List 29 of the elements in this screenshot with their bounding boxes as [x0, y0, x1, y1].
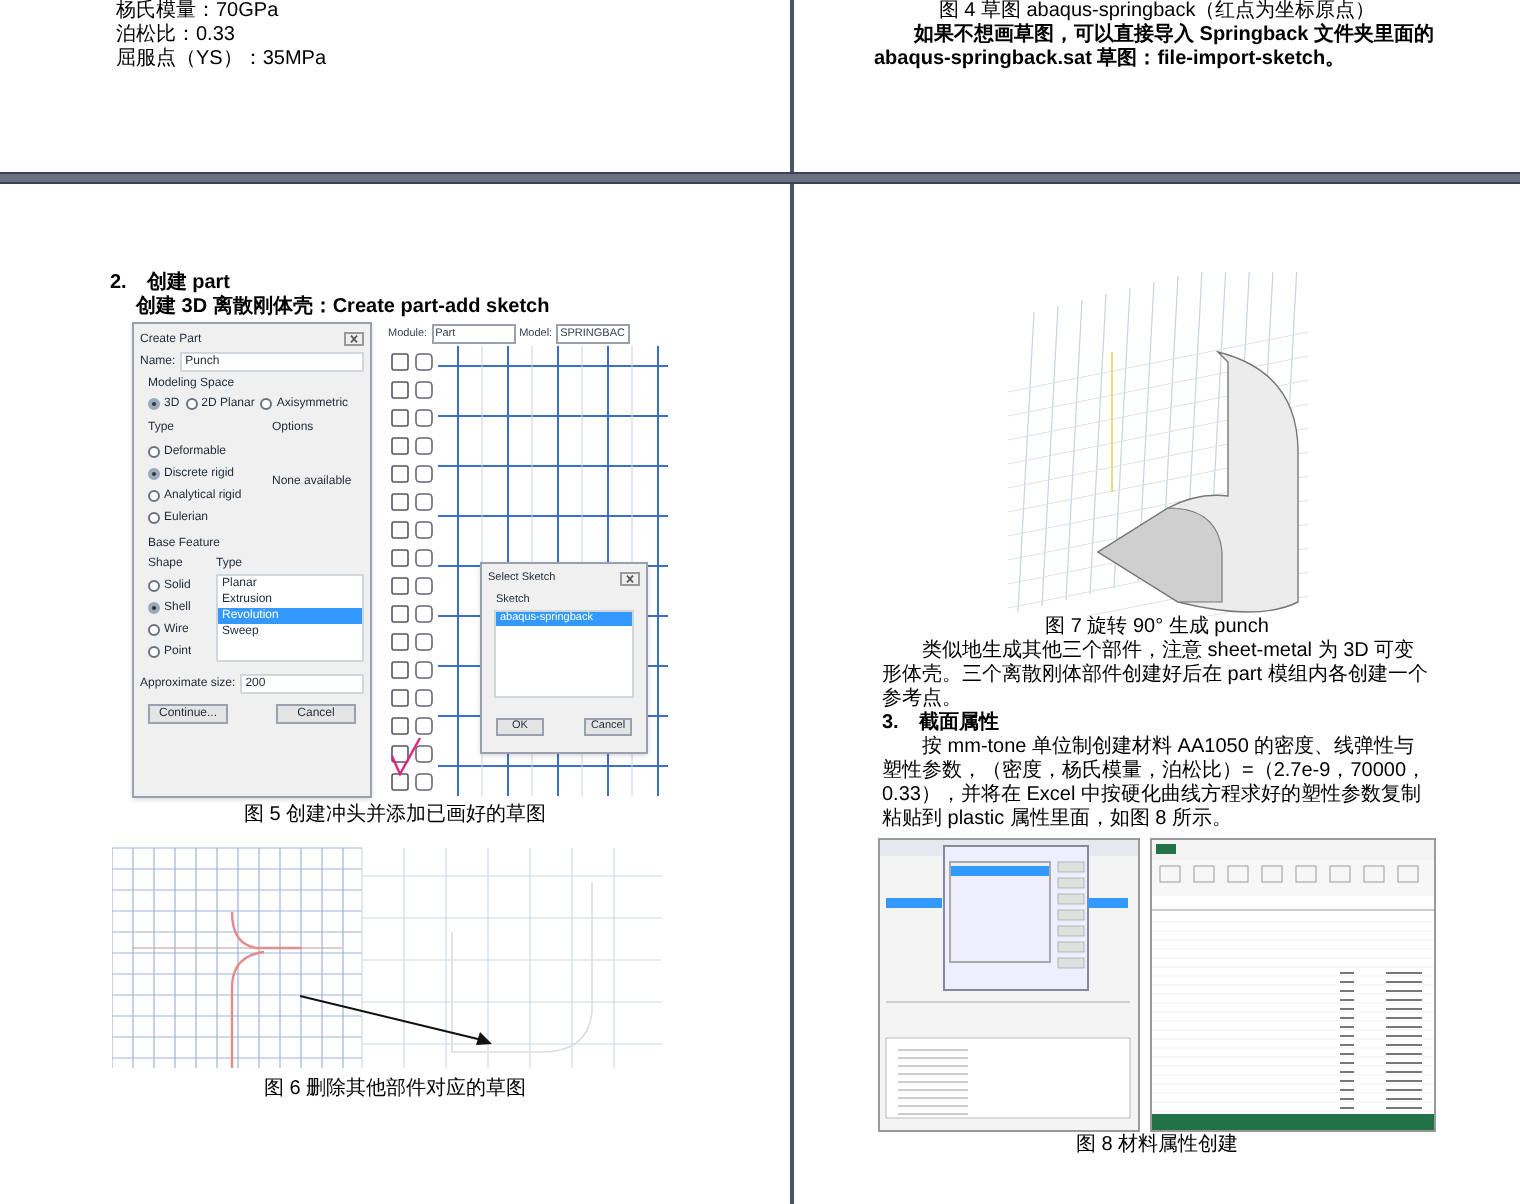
radio-button[interactable]: [260, 398, 273, 410]
radio-button[interactable]: [185, 398, 198, 410]
radio-button[interactable]: [148, 580, 160, 592]
figure-caption: 图 4 草图 abaqus-springback（红点为坐标原点）: [936, 0, 1378, 22]
body-text: 泊松比：0.33: [116, 24, 237, 47]
heading-number: 3.: [882, 712, 899, 736]
close-icon[interactable]: [620, 571, 640, 585]
body-text: 屈服点（YS）：35MPa: [116, 48, 329, 72]
radio-button[interactable]: [148, 602, 160, 614]
radio-button[interactable]: [148, 624, 160, 636]
radio-button[interactable]: [148, 646, 160, 658]
section-heading: 截面属性: [918, 712, 999, 735]
figure-caption: 图 8 材料属性创建: [1073, 1134, 1241, 1158]
figure-caption: 图 6 删除其他部件对应的草图: [261, 1078, 529, 1102]
body-text: 创建 3D 离散刚体壳：Create part-add sketch: [133, 296, 552, 320]
body-paragraph: 类似地生成其他三个部件，注意 sheet-metal 为 3D 可变形体壳。三个离散刚体部件创建好后在 part 模组内各创建一个参考点。: [882, 640, 1430, 711]
figure-caption: 图 5 创建冲头并添加已画好的草图: [241, 804, 549, 828]
radio-button[interactable]: [148, 398, 160, 410]
body-text: 杨氏模量：70GPa: [116, 0, 281, 23]
section-heading: 创建 part: [146, 272, 231, 294]
body-paragraph: 如果不想画草图，可以直接导入 Springback 文件夹里面的 abaqus-springback.sat 草图：file-import-sketch。: [874, 24, 1437, 72]
close-icon[interactable]: [344, 332, 364, 346]
radio-button[interactable]: [148, 468, 160, 480]
figure-caption: 图 7 旋转 90° 生成 punch: [1043, 616, 1271, 639]
heading-number: 2.: [110, 272, 127, 296]
body-paragraph: 按 mm-tone 单位制创建材料 AA1050 的密度、线弹性与塑性参数，（密度，杨氏模量，泊松比）=（2.7e-9，70000，0.33），并将在 Excel 中按硬化曲线方程求好的塑性参数复制粘贴到 plastic 属性里面，如图 8 所示。: [882, 736, 1429, 832]
radio-button[interactable]: [148, 490, 160, 502]
radio-button[interactable]: [148, 512, 160, 524]
radio-button[interactable]: [148, 446, 160, 458]
